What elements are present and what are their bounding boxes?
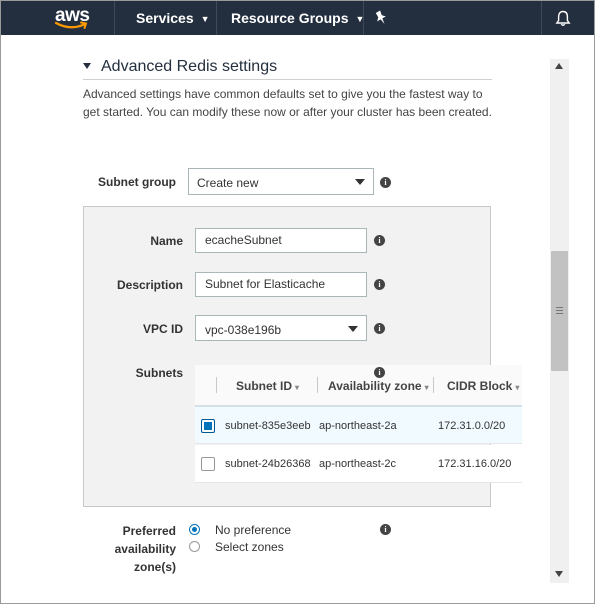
vpc-id-value: vpc-038e196b xyxy=(205,323,282,337)
aws-smile-icon xyxy=(55,21,88,29)
sort-icon: ▾ xyxy=(295,383,300,392)
table-header: Subnet ID ▾ Availability zone ▾ CIDR Block… xyxy=(195,365,522,406)
scroll-up-arrow-icon[interactable] xyxy=(555,63,563,69)
browser-frame: aws Services ▼ Resource Groups ▼ Advanced … xyxy=(0,0,595,604)
scroll-down-arrow-icon[interactable] xyxy=(555,571,563,577)
radio-select-zones-label[interactable]: Select zones xyxy=(215,540,284,554)
section-description: Advanced settings have common defaults s… xyxy=(83,87,492,119)
vpc-id-select[interactable]: vpc-038e196b xyxy=(195,315,367,341)
preferred-az-label-line: availability xyxy=(114,542,176,556)
top-navigation-bar: aws Services ▼ Resource Groups ▼ xyxy=(1,1,594,35)
scrollbar-grip xyxy=(556,307,563,308)
name-label: Name xyxy=(150,234,183,248)
dropdown-arrow-icon xyxy=(355,179,365,185)
scrollbar-grip xyxy=(556,313,563,314)
nav-divider xyxy=(216,1,217,35)
nav-divider xyxy=(114,1,115,35)
column-header-cidr-block[interactable]: CIDR Block ▾ xyxy=(447,379,519,393)
row-checkbox-checked[interactable] xyxy=(201,419,215,433)
subnet-description-input[interactable]: Subnet for Elasticache xyxy=(195,272,367,297)
info-icon[interactable]: i xyxy=(374,279,385,290)
column-divider xyxy=(317,377,318,393)
preferred-az-label-line: Preferred xyxy=(122,524,176,538)
subnet-group-label: Subnet group xyxy=(98,175,176,189)
subnet-id-cell: subnet-24b26368 xyxy=(225,458,311,470)
section-divider xyxy=(83,79,492,80)
dropdown-arrow-icon xyxy=(348,326,358,332)
nav-divider xyxy=(541,1,542,35)
preferred-az-label: Preferred availability zone(s) xyxy=(96,522,176,576)
description-label: Description xyxy=(116,278,183,292)
info-icon[interactable]: i xyxy=(374,235,385,246)
section-title: Advanced Redis settings xyxy=(101,58,278,75)
table-row[interactable]: subnet-24b26368 ap-northeast-2c 172.31.1… xyxy=(195,445,522,483)
column-divider xyxy=(216,377,217,393)
info-icon[interactable]: i xyxy=(374,323,385,334)
info-icon[interactable]: i xyxy=(374,367,385,378)
sort-icon: ▾ xyxy=(424,383,429,392)
column-divider xyxy=(433,377,434,393)
info-icon[interactable]: i xyxy=(380,524,391,535)
bell-icon[interactable] xyxy=(555,10,571,27)
row-checkbox[interactable] xyxy=(201,457,215,471)
vpc-id-label: VPC ID xyxy=(142,322,183,336)
cidr-block-cell: 172.31.16.0/20 xyxy=(438,458,512,470)
nav-divider xyxy=(363,1,364,35)
scrollbar-grip xyxy=(556,310,563,311)
info-icon[interactable]: i xyxy=(380,177,391,188)
column-header-label: Availability zone xyxy=(328,379,422,393)
subnet-group-select[interactable]: Create new xyxy=(188,168,374,195)
table-row[interactable]: subnet-835e3eeb ap-northeast-2a 172.31.0… xyxy=(195,406,522,444)
services-menu[interactable]: Services ▼ xyxy=(136,10,210,26)
column-header-label: Subnet ID xyxy=(236,379,292,393)
subnet-name-input[interactable]: ecacheSubnet xyxy=(195,228,367,253)
radio-no-preference[interactable] xyxy=(189,524,200,535)
column-header-subnet-id[interactable]: Subnet ID ▾ xyxy=(236,379,299,393)
resource-groups-menu-label: Resource Groups xyxy=(231,10,349,26)
radio-no-preference-label[interactable]: No preference xyxy=(215,523,291,537)
scrollbar-thumb[interactable] xyxy=(551,251,568,371)
subnets-table: Subnet ID ▾ Availability zone ▾ CIDR Block… xyxy=(195,365,522,483)
subnets-label: Subnets xyxy=(135,366,183,380)
advanced-redis-settings-toggle[interactable]: Advanced Redis settings xyxy=(83,58,277,76)
radio-select-zones[interactable] xyxy=(189,541,200,552)
services-menu-label: Services xyxy=(136,10,194,26)
column-header-availability-zone[interactable]: Availability zone ▾ xyxy=(328,379,429,393)
subnet-id-cell: subnet-835e3eeb xyxy=(225,420,311,432)
availability-zone-cell: ap-northeast-2a xyxy=(319,420,397,432)
caret-down-icon xyxy=(83,63,91,69)
subnet-group-value: Create new xyxy=(197,176,259,190)
preferred-az-label-line: zone(s) xyxy=(134,560,176,574)
resource-groups-menu[interactable]: Resource Groups ▼ xyxy=(231,10,364,26)
pin-icon[interactable] xyxy=(374,10,388,26)
chevron-down-icon: ▼ xyxy=(200,14,210,24)
sort-icon: ▾ xyxy=(515,383,520,392)
column-header-label: CIDR Block xyxy=(447,379,513,393)
cidr-block-cell: 172.31.0.0/20 xyxy=(438,420,506,432)
availability-zone-cell: ap-northeast-2c xyxy=(319,458,397,470)
aws-logo[interactable]: aws xyxy=(55,5,91,30)
